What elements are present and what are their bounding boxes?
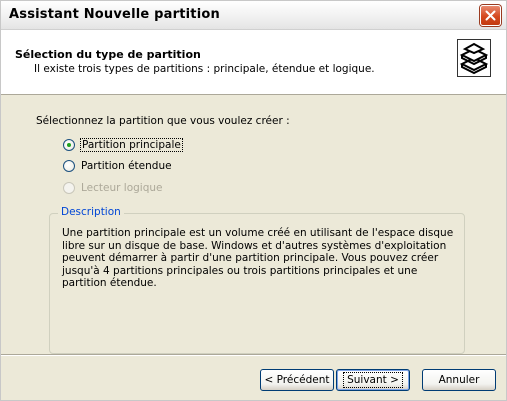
cancel-button[interactable]: Annuler — [422, 369, 496, 391]
wizard-body: Sélectionnez la partition que vous voule… — [1, 95, 506, 355]
wizard-window: Assistant Nouvelle partition Sélection d… — [0, 0, 507, 401]
title-bar[interactable]: Assistant Nouvelle partition — [1, 1, 506, 30]
back-button[interactable]: < Précédent — [260, 369, 334, 391]
close-button[interactable] — [480, 5, 501, 26]
description-title: Description — [58, 206, 124, 218]
footer-divider — [1, 354, 506, 356]
next-button-label: Suivant > — [343, 372, 403, 388]
radio-button-disabled — [63, 182, 75, 194]
back-button-label: < Précédent — [264, 374, 330, 386]
page-title: Sélection du type de partition — [15, 48, 201, 61]
wizard-header: Sélection du type de partition Il existe… — [1, 30, 506, 95]
radio-extended-partition[interactable]: Partition étendue — [63, 158, 172, 174]
window-title: Assistant Nouvelle partition — [9, 7, 220, 22]
radio-label-extended: Partition étendue — [81, 160, 172, 172]
radio-button[interactable] — [63, 160, 75, 172]
page-subtitle: Il existe trois types de partitions : pr… — [34, 63, 375, 75]
radio-label-primary: Partition principale — [80, 138, 183, 152]
close-icon — [485, 10, 496, 21]
radio-button-checked[interactable] — [63, 139, 75, 151]
disk-stack-icon — [457, 39, 491, 77]
selection-prompt: Sélectionnez la partition que vous voule… — [36, 115, 290, 127]
description-text: Une partition principale est un volume c… — [62, 227, 454, 289]
radio-primary-partition[interactable]: Partition principale — [63, 137, 183, 153]
radio-label-logical: Lecteur logique — [81, 182, 163, 194]
radio-logical-drive: Lecteur logique — [63, 180, 163, 196]
cancel-button-label: Annuler — [438, 374, 480, 386]
next-button[interactable]: Suivant > — [336, 369, 410, 391]
